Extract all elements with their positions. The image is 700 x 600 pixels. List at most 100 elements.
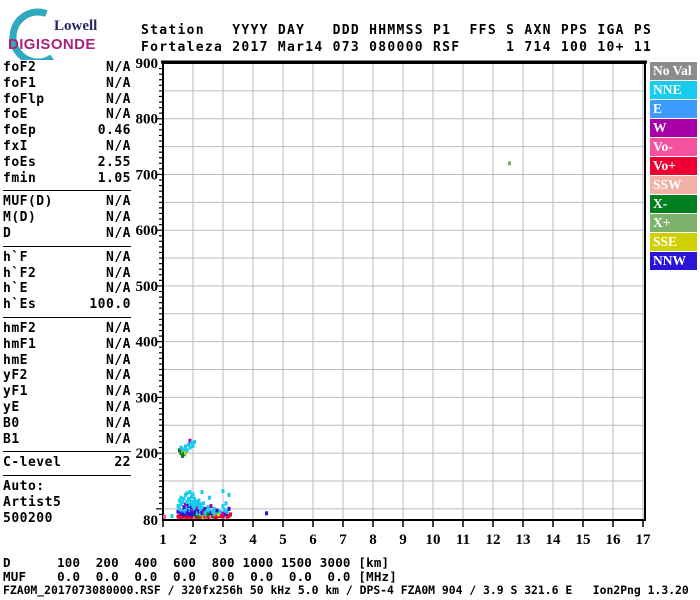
param-row-fxi: fxI N/A bbox=[3, 139, 131, 155]
param-label: C-level bbox=[3, 455, 62, 471]
param-label: hmF1 bbox=[3, 336, 37, 352]
y-axis-label: 80 bbox=[143, 513, 158, 529]
param-row-fmin: fmin 1.05 bbox=[3, 171, 131, 187]
legend-item-nne: NNE bbox=[650, 81, 697, 99]
param-row-hmf1: hmF1 N/A bbox=[3, 337, 131, 353]
y-axis-label: 300 bbox=[136, 390, 159, 406]
legend-item-x-: X- bbox=[650, 195, 697, 213]
param-label: M(D) bbox=[3, 210, 37, 226]
param-label: hmF2 bbox=[3, 320, 37, 336]
param-label: foFlp bbox=[3, 91, 45, 107]
x-axis-label: 17 bbox=[636, 532, 652, 548]
echo-point bbox=[184, 444, 187, 449]
autoscaling-info: 500200 bbox=[3, 510, 53, 526]
x-axis-label: 15 bbox=[576, 532, 591, 548]
echo-point bbox=[206, 512, 210, 517]
param-label: fxI bbox=[3, 138, 28, 154]
param-separator bbox=[3, 316, 131, 318]
echo-point bbox=[179, 495, 183, 500]
echo-point bbox=[215, 508, 219, 513]
logo-digisonde-text: DIGISONDE bbox=[8, 36, 96, 53]
param-row-mufd: MUF(D) N/A bbox=[3, 194, 131, 210]
x-axis-label: 10 bbox=[426, 532, 441, 548]
echo-point bbox=[163, 514, 166, 519]
param-label: fmin bbox=[3, 170, 37, 186]
y-axis-label: 700 bbox=[136, 167, 159, 183]
legend-item-sse: SSE bbox=[650, 233, 697, 251]
legend-item-vo+: Vo+ bbox=[650, 157, 697, 175]
legend-item-noval: No Val bbox=[650, 62, 697, 80]
param-label: foEp bbox=[3, 123, 37, 139]
param-label: hmE bbox=[3, 352, 28, 368]
plot-frame bbox=[161, 60, 647, 521]
param-label: h`E bbox=[3, 281, 28, 297]
param-row-foflp: foFlp N/A bbox=[3, 92, 131, 108]
param-label: B0 bbox=[3, 415, 20, 431]
param-row-hf: h`F N/A bbox=[3, 250, 131, 266]
echo-point bbox=[227, 492, 231, 497]
echo-point bbox=[182, 496, 186, 501]
echo-point bbox=[218, 509, 222, 514]
param-row-yf2: yF2 N/A bbox=[3, 368, 131, 384]
param-label: foE bbox=[3, 107, 28, 123]
autoscaling-info: Auto: bbox=[3, 479, 45, 495]
legend-item-e: E bbox=[650, 100, 697, 118]
param-label: h`Es bbox=[3, 297, 37, 313]
param-row-hes: h`Es 100.0 bbox=[3, 297, 131, 313]
param-row-d: D N/A bbox=[3, 226, 131, 242]
legend-item-ssw: SSW bbox=[650, 176, 697, 194]
echo-point bbox=[221, 489, 225, 494]
param-label: h`F bbox=[3, 249, 28, 265]
param-row-foe: foE N/A bbox=[3, 107, 131, 123]
echo-point bbox=[229, 512, 232, 517]
y-axis-label: 800 bbox=[136, 112, 159, 128]
logo-lowell-text: Lowell bbox=[54, 18, 98, 34]
muf-row: MUF 0.0 0.0 0.0 0.0 0.0 0.0 0.0 0.0 [MHz… bbox=[3, 568, 398, 584]
x-axis-label: 2 bbox=[189, 532, 197, 548]
param-label: foF1 bbox=[3, 75, 37, 91]
param-row-clevel: C-level 22 bbox=[3, 455, 131, 471]
echo-point bbox=[188, 490, 192, 495]
echo-point bbox=[508, 161, 511, 166]
param-label: D bbox=[3, 225, 12, 241]
x-axis-label: 8 bbox=[369, 532, 377, 548]
param-row-foes: foEs 2.55 bbox=[3, 155, 131, 171]
param-row-ye: yE N/A bbox=[3, 400, 131, 416]
x-axis-label: 1 bbox=[159, 532, 167, 548]
ionogram-plot: 900800700600500400300200801 2 3 4 5 6 7 8 9 10 11 1… bbox=[136, 56, 652, 548]
x-axis-label: 14 bbox=[546, 532, 562, 548]
y-axis-label: 400 bbox=[136, 335, 159, 351]
param-label: yE bbox=[3, 399, 20, 415]
echo-point bbox=[223, 507, 226, 512]
bottom-status-block: D 100 200 400 600 800 1000 1500 3000 [km… bbox=[3, 556, 689, 598]
param-label: B1 bbox=[3, 431, 20, 447]
param-row-fof2: foF2 N/A bbox=[3, 60, 131, 76]
echo-point bbox=[193, 439, 196, 444]
echo-point bbox=[209, 504, 213, 509]
y-axis-label: 200 bbox=[136, 446, 159, 462]
param-separator bbox=[3, 245, 131, 247]
x-axis-label: 12 bbox=[486, 532, 501, 548]
param-label: foEs bbox=[3, 154, 37, 170]
legend-item-nnw: NNW bbox=[650, 252, 697, 270]
param-label: MUF(D) bbox=[3, 194, 53, 210]
x-axis-label: 9 bbox=[399, 532, 407, 548]
echo-point bbox=[197, 498, 201, 503]
x-axis-label: 5 bbox=[279, 532, 287, 548]
echo-point bbox=[200, 490, 204, 495]
param-label: foF2 bbox=[3, 60, 37, 75]
header-column-labels: Station YYYY DAY DDD HHMMSS P1 FFS S AXN… bbox=[141, 23, 653, 38]
param-label: h`F2 bbox=[3, 265, 37, 281]
param-separator bbox=[3, 190, 131, 192]
param-row-yf1: yF1 N/A bbox=[3, 384, 131, 400]
x-axis-label: 4 bbox=[249, 532, 257, 548]
y-axis-label: 900 bbox=[136, 56, 159, 72]
echo-point bbox=[170, 514, 174, 519]
echo-point bbox=[191, 492, 195, 497]
echo-point bbox=[212, 506, 216, 511]
echo-points bbox=[163, 161, 511, 520]
y-axis-label: 500 bbox=[136, 279, 159, 295]
param-row-b0: B0 N/A bbox=[3, 416, 131, 432]
echo-point bbox=[208, 495, 211, 500]
echo-color-legend: No Val NNE E W Vo- Vo+ SSW X- X+ SSE NNW bbox=[650, 62, 697, 271]
